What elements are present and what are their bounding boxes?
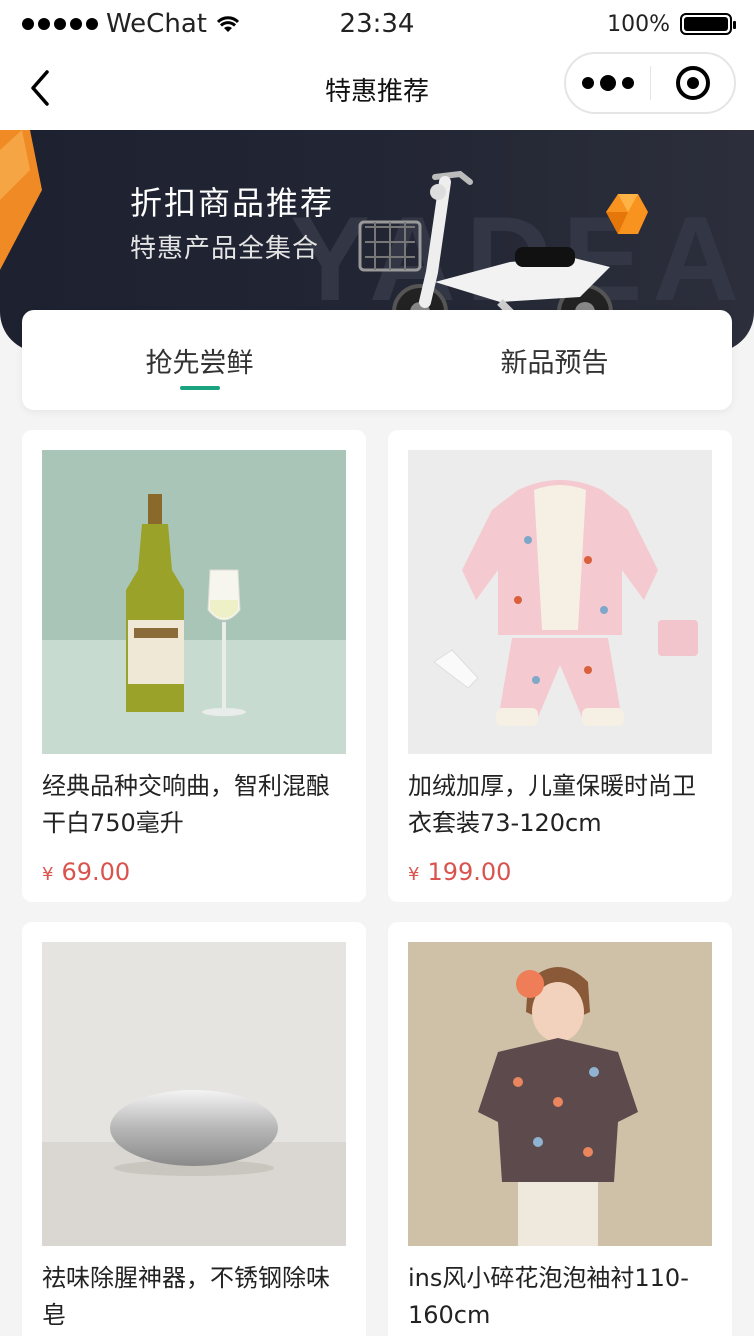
battery-icon <box>680 13 736 35</box>
status-time: 23:34 <box>339 9 415 39</box>
page-title: 特惠推荐 <box>324 76 429 107</box>
product-price: ¥ 69.00 <box>42 858 346 886</box>
status-left: WeChat <box>22 9 241 39</box>
product-name: 祛味除腥神器，不锈钢除味皂 <box>42 1264 330 1329</box>
nav-bar: 特惠推荐 <box>0 48 754 130</box>
tab-new-preview[interactable]: 新品预告 <box>377 310 732 410</box>
tab-bar: 抢先尝鲜 新品预告 <box>22 310 732 410</box>
steel-soap-image <box>42 942 346 1246</box>
close-miniprogram-button[interactable] <box>651 54 734 112</box>
carrier-label: WeChat <box>106 9 207 39</box>
back-button[interactable] <box>20 68 60 108</box>
product-price: ¥ 199.00 <box>408 858 712 886</box>
target-icon <box>675 66 710 100</box>
price-value: 199.00 <box>427 858 512 886</box>
product-name: 经典品种交响曲，智利混酿干白750毫升 <box>42 772 330 837</box>
tab-early-taste[interactable]: 抢先尝鲜 <box>22 310 377 410</box>
product-name: ins风小碎花泡泡袖衬110-160cm <box>408 1264 689 1329</box>
more-dot-icon <box>622 77 635 89</box>
product-card[interactable]: ins风小碎花泡泡袖衬110-160cm <box>388 922 732 1336</box>
currency-symbol: ¥ <box>408 864 420 885</box>
more-dot-icon <box>582 77 595 89</box>
tab-label: 抢先尝鲜 <box>145 347 254 379</box>
orange-polygon-icon <box>0 130 42 270</box>
tab-active-indicator <box>179 386 220 390</box>
status-bar: WeChat 23:34 100% <box>0 0 754 48</box>
more-dot-icon <box>600 75 617 91</box>
chevron-left-icon <box>31 70 49 106</box>
kids-hoodie-set-image <box>408 450 712 754</box>
tab-label: 新品预告 <box>500 347 609 379</box>
product-card[interactable]: 经典品种交响曲，智利混酿干白750毫升 ¥ 69.00 <box>22 430 366 902</box>
product-name: 加绒加厚，儿童保暖时尚卫衣套装73-120cm <box>408 772 696 837</box>
product-card[interactable]: 加绒加厚，儿童保暖时尚卫衣套装73-120cm ¥ 199.00 <box>388 430 732 902</box>
banner-subtitle: 特惠产品全集合 <box>130 234 320 264</box>
status-right: 100% <box>607 11 736 37</box>
battery-percent: 100% <box>607 11 670 37</box>
price-value: 69.00 <box>61 858 131 886</box>
product-card[interactable]: 祛味除腥神器，不锈钢除味皂 <box>22 922 366 1336</box>
orange-gem-icon <box>606 194 648 234</box>
currency-symbol: ¥ <box>42 864 54 885</box>
banner-title: 折扣商品推荐 <box>130 184 335 222</box>
wifi-icon <box>216 16 240 32</box>
more-button[interactable] <box>566 54 650 112</box>
signal-icon <box>22 18 98 30</box>
capsule-menu <box>564 52 736 114</box>
wine-bottle-image <box>42 450 346 754</box>
floral-blouse-image <box>408 942 712 1246</box>
